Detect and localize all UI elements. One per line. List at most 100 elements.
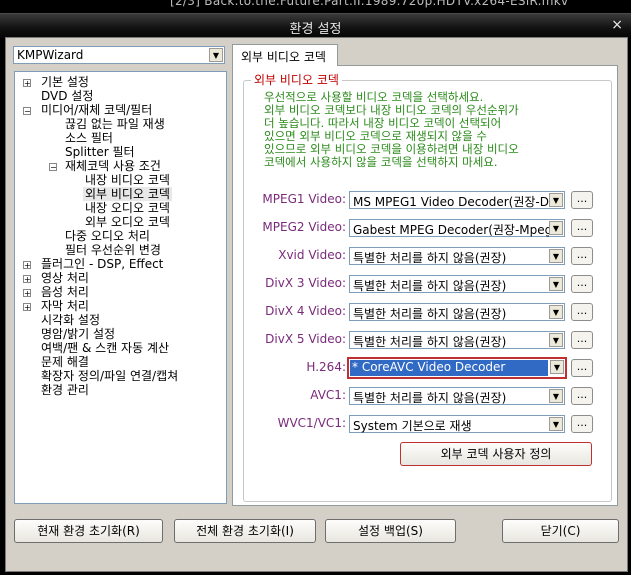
custom-codec-button[interactable]: 외부 코덱 사용자 정의 [400,442,592,466]
codec-label: AVC1: [310,388,346,402]
tree-item-visualization[interactable]: 시각화 설정 [41,313,100,327]
group-title: 외부 비디오 코덱 [251,71,342,88]
backup-settings-button[interactable]: 설정 백업(S) [325,519,456,543]
codec-label: DivX 4 Video: [265,304,346,318]
tree-item-dvd[interactable]: DVD 설정 [41,89,93,103]
codec-label: DivX 5 Video: [265,332,346,346]
tree-item-extensions[interactable]: 확장자 정의/파일 연결/캡쳐 [41,369,178,383]
chevron-down-icon[interactable]: ▼ [549,193,563,207]
avc1-codec-select[interactable]: 특별한 처리를 하지 않음(권장) ▼ [349,387,565,405]
codec-label: H.264: [306,360,346,374]
chevron-down-icon[interactable]: ▼ [549,417,563,431]
tree-item-audio[interactable]: 음성 처리 [41,285,89,299]
divx4-options-button[interactable]: ... [571,303,593,321]
codec-value: * CoreAVC Video Decoder [350,360,548,376]
tree-item-external-video[interactable]: 외부 비디오 코덱 [83,187,172,201]
tab-external-video-codec[interactable]: 외부 비디오 코덱 [232,44,338,66]
chevron-down-icon[interactable]: ▼ [549,333,563,347]
chevron-down-icon[interactable]: ▼ [549,305,563,319]
codec-value: MS MPEG1 Video Decoder(권장-D [353,195,549,209]
chevron-down-icon[interactable]: ▼ [550,360,564,374]
divx4-codec-select[interactable]: 특별한 처리를 하지 않음(권장) ▼ [349,303,565,321]
mpeg2-codec-select[interactable]: Gabest MPEG Decoder(권장-Mpeg ▼ [349,219,565,237]
tab-label: 외부 비디오 코덱 [241,50,326,64]
codec-row-xvid: Xvid Video: [234,248,346,268]
chevron-down-icon[interactable]: ▼ [549,277,563,291]
codec-value: System 기본으로 재생 [353,419,472,433]
media-file-title: [2/3] Back.to.the.Future.Part.II.1989.72… [170,0,569,8]
tree-item-seamless[interactable]: 끊김 없는 파일 재생 [65,117,165,131]
divx3-options-button[interactable]: ... [571,275,593,293]
reset-current-button[interactable]: 현재 환경 초기화(R) [14,519,163,543]
codec-value: 특별한 처리를 하지 않음(권장) [353,391,507,405]
divx5-codec-select[interactable]: 특별한 처리를 하지 않음(권장) ▼ [349,331,565,349]
divx5-options-button[interactable]: ... [571,331,593,349]
mpeg1-options-button[interactable]: ... [571,191,593,209]
codec-row-mpeg2: MPEG2 Video: [234,220,346,240]
codec-row-h264: H.264: [234,360,346,380]
reset-all-button[interactable]: 전체 환경 초기화(I) [174,519,316,543]
tree-item-pan-scan[interactable]: 여백/팬 & 스캔 자동 계산 [41,341,169,355]
xvid-options-button[interactable]: ... [571,247,593,265]
tree-item-multi-audio[interactable]: 다중 오디오 처리 [65,229,150,243]
codec-row-avc1: AVC1: [234,388,346,408]
codec-label: MPEG1 Video: [262,192,346,206]
wvc1-codec-select[interactable]: System 기본으로 재생 ▼ [349,415,565,433]
expand-icon[interactable]: + [23,261,31,270]
collapse-icon[interactable]: − [23,107,31,116]
chevron-down-icon[interactable]: ▼ [209,48,223,62]
chevron-down-icon[interactable]: ▼ [549,221,563,235]
wvc1-options-button[interactable]: ... [571,415,593,433]
tree-item-source-filter[interactable]: 소스 필터 [65,131,113,145]
close-button[interactable]: 닫기(C) [502,519,619,543]
codec-label: DivX 3 Video: [265,276,346,290]
media-file-title-bar: [2/3] Back.to.the.Future.Part.II.1989.72… [0,0,631,10]
codec-row-divx5: DivX 5 Video: [234,332,346,352]
expand-icon[interactable]: + [23,303,31,312]
settings-tree[interactable]: + 기본 설정 DVD 설정 − 미디어/재체 코덱/필터 끊김 없는 파일 재… [14,71,227,504]
tree-item-media-codec[interactable]: 미디어/재체 코덱/필터 [41,103,152,117]
tree-item-troubleshoot[interactable]: 문제 해결 [41,355,89,369]
tree-item-splitter[interactable]: Splitter 필터 [65,145,135,159]
preset-value: KMPWizard [17,48,84,62]
preferences-dialog: KMPWizard ▼ + 기본 설정 DVD 설정 − 미디어/재체 코덱/필… [5,37,628,572]
tree-item-subtitle[interactable]: 자막 처리 [41,299,89,313]
divx3-codec-select[interactable]: 특별한 처리를 하지 않음(권장) ▼ [349,275,565,293]
tree-item-external-audio[interactable]: 외부 오디오 코덱 [85,215,170,229]
expand-icon[interactable]: + [23,275,31,284]
avc1-options-button[interactable]: ... [571,387,593,405]
xvid-codec-select[interactable]: 특별한 처리를 하지 않음(권장) ▼ [349,247,565,265]
mpeg1-codec-select[interactable]: MS MPEG1 Video Decoder(권장-D ▼ [349,191,565,209]
expand-icon[interactable]: + [23,289,31,298]
dialog-title: 환경 설정 [289,22,342,37]
codec-value: 특별한 처리를 하지 않음(권장) [353,251,507,265]
h264-options-button[interactable]: ... [571,359,593,377]
description: 우선적으로 사용할 비디오 코덱을 선택하세요. 외부 비디오 코덱보다 내장 … [264,91,564,169]
codec-row-wvc1: WVC1/VC1: [234,416,346,436]
codec-value: 특별한 처리를 하지 않음(권장) [353,307,507,321]
h264-codec-select[interactable]: * CoreAVC Video Decoder ▼ [347,357,567,379]
mpeg2-options-button[interactable]: ... [571,219,593,237]
description-line: 코덱에서 사용하지 않을 코덱을 선택하지 마세요. [264,155,498,169]
tree-item-environment[interactable]: 환경 관리 [41,383,89,397]
close-icon[interactable]: × [611,17,623,33]
chevron-down-icon[interactable]: ▼ [549,249,563,263]
tree-item-video[interactable]: 영상 처리 [41,271,89,285]
codec-row-divx4: DivX 4 Video: [234,304,346,324]
preset-select[interactable]: KMPWizard ▼ [13,46,225,64]
expand-icon[interactable]: + [23,79,31,88]
codec-label: Xvid Video: [278,248,346,262]
codec-value: 특별한 처리를 하지 않음(권장) [353,335,507,349]
codec-label: MPEG2 Video: [262,220,346,234]
collapse-icon[interactable]: − [49,163,57,172]
tree-item-filter-priority[interactable]: 필터 우선순위 변경 [65,243,161,257]
tree-item-codec-conditions[interactable]: 재체코덱 사용 조건 [65,159,161,173]
tree-item-basic[interactable]: 기본 설정 [41,75,89,89]
chevron-down-icon[interactable]: ▼ [549,389,563,403]
tree-item-internal-video[interactable]: 내장 비디오 코덱 [85,173,170,187]
codec-value: 특별한 처리를 하지 않음(권장) [353,279,507,293]
tree-item-internal-audio[interactable]: 내장 오디오 코덱 [85,201,170,215]
tree-item-brightness[interactable]: 명암/밝기 설정 [41,327,115,341]
tree-item-plugins[interactable]: 플러그인 - DSP, Effect [41,257,163,271]
dialog-title-bar[interactable]: 환경 설정 × [0,13,631,38]
